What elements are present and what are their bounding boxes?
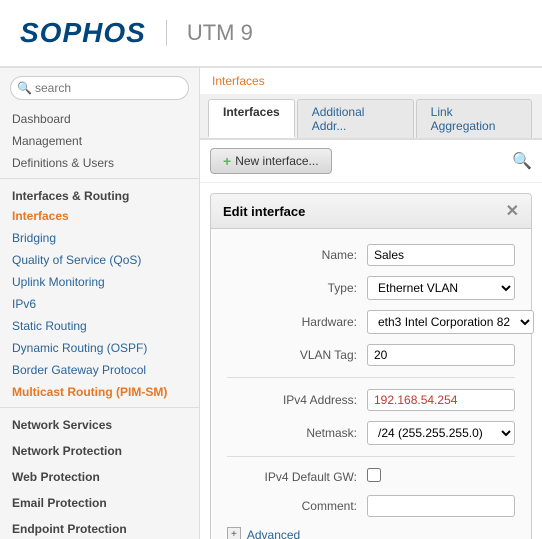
tab-interfaces[interactable]: Interfaces (208, 99, 295, 138)
main-layout: 🔍 Dashboard Management Definitions & Use… (0, 68, 542, 539)
sidebar-item-bgp[interactable]: Border Gateway Protocol (0, 359, 199, 381)
sidebar-section-endpoint-protection: Endpoint Protection (0, 516, 199, 538)
hardware-label: Hardware: (227, 315, 357, 329)
name-row: Name: (211, 239, 531, 271)
sidebar-section-network-protection: Network Protection (0, 438, 199, 460)
sidebar-item-ipv6[interactable]: IPv6 (0, 293, 199, 315)
main-content: Interfaces Interfaces Additional Addr...… (200, 68, 542, 539)
edit-panel-header: Edit interface ✕ (211, 194, 531, 229)
new-interface-label: New interface... (235, 154, 318, 168)
netmask-control: /24 (255.255.255.0) (367, 421, 515, 445)
advanced-row[interactable]: + Advanced (211, 522, 531, 539)
comment-row: Comment: (211, 490, 531, 522)
app-header: SOPHOS UTM 9 (0, 0, 542, 68)
ipv4-address-input[interactable] (367, 389, 515, 411)
ipv4-address-row: IPv4 Address: (211, 384, 531, 416)
form-divider-1 (227, 377, 515, 378)
form-divider-2 (227, 456, 515, 457)
sidebar-section-email-protection: Email Protection (0, 490, 199, 512)
ipv4-gw-row: IPv4 Default GW: (211, 463, 531, 490)
sidebar-item-definitions-users[interactable]: Definitions & Users (0, 152, 199, 174)
edit-panel-title: Edit interface (223, 204, 305, 219)
hardware-row: Hardware: eth3 Intel Corporation 82 (211, 305, 531, 339)
ipv4-gw-checkbox[interactable] (367, 468, 381, 482)
tab-link-aggregation[interactable]: Link Aggregation (416, 99, 532, 138)
sidebar-item-multicast-routing[interactable]: Multicast Routing (PIM-SM) (0, 381, 199, 403)
hardware-select[interactable]: eth3 Intel Corporation 82 (367, 310, 534, 334)
vlan-tag-row: VLAN Tag: (211, 339, 531, 371)
netmask-label: Netmask: (227, 426, 357, 440)
sidebar-section-web-protection: Web Protection (0, 464, 199, 486)
toolbar: + New interface... 🔍 (200, 140, 542, 183)
ipv4-gw-control (367, 468, 515, 485)
sophos-logo: SOPHOS (20, 17, 146, 49)
vlan-tag-control (367, 344, 515, 366)
hardware-control: eth3 Intel Corporation 82 (367, 310, 534, 334)
new-interface-button[interactable]: + New interface... (210, 148, 332, 174)
netmask-row: Netmask: /24 (255.255.255.0) (211, 416, 531, 450)
name-label: Name: (227, 248, 357, 262)
advanced-label: Advanced (247, 528, 300, 539)
name-input[interactable] (367, 244, 515, 266)
search-input[interactable] (10, 76, 189, 100)
tab-additional-addr[interactable]: Additional Addr... (297, 99, 414, 138)
search-icon: 🔍 (17, 81, 32, 95)
ipv4-gw-label: IPv4 Default GW: (227, 470, 357, 484)
plus-icon: + (223, 153, 231, 169)
sidebar-item-uplink-monitoring[interactable]: Uplink Monitoring (0, 271, 199, 293)
tabs-bar: Interfaces Additional Addr... Link Aggre… (200, 95, 542, 140)
comment-label: Comment: (227, 499, 357, 513)
sidebar-item-management[interactable]: Management (0, 130, 199, 152)
search-box[interactable]: 🔍 (10, 76, 189, 100)
vlan-tag-label: VLAN Tag: (227, 348, 357, 362)
sidebar: 🔍 Dashboard Management Definitions & Use… (0, 68, 200, 539)
type-label: Type: (227, 281, 357, 295)
utm-logo: UTM 9 (166, 20, 253, 46)
form-body: Name: Type: Ethernet VLAN H (211, 229, 531, 539)
comment-control (367, 495, 515, 517)
comment-input[interactable] (367, 495, 515, 517)
close-icon[interactable]: ✕ (506, 201, 519, 221)
expand-icon: + (227, 527, 241, 539)
breadcrumb: Interfaces (200, 68, 542, 95)
sidebar-item-interfaces[interactable]: Interfaces (0, 205, 199, 227)
sidebar-item-dashboard[interactable]: Dashboard (0, 108, 199, 130)
edit-interface-panel: Edit interface ✕ Name: Type: Ethernet (210, 193, 532, 539)
netmask-select[interactable]: /24 (255.255.255.0) (367, 421, 515, 445)
sidebar-item-dynamic-routing[interactable]: Dynamic Routing (OSPF) (0, 337, 199, 359)
search-icon: 🔍 (512, 151, 532, 171)
sidebar-item-static-routing[interactable]: Static Routing (0, 315, 199, 337)
toolbar-right: 🔍 (512, 151, 532, 171)
type-select[interactable]: Ethernet VLAN (367, 276, 515, 300)
ipv4-address-label: IPv4 Address: (227, 393, 357, 407)
type-control: Ethernet VLAN (367, 276, 515, 300)
type-row: Type: Ethernet VLAN (211, 271, 531, 305)
name-control (367, 244, 515, 266)
sidebar-section-network-services: Network Services (0, 412, 199, 434)
sidebar-divider-2 (0, 407, 199, 408)
sidebar-item-qos[interactable]: Quality of Service (QoS) (0, 249, 199, 271)
vlan-tag-input[interactable] (367, 344, 515, 366)
sidebar-divider-1 (0, 178, 199, 179)
sidebar-item-bridging[interactable]: Bridging (0, 227, 199, 249)
sidebar-section-interfaces-routing: Interfaces & Routing (0, 183, 199, 205)
ipv4-address-control (367, 389, 515, 411)
